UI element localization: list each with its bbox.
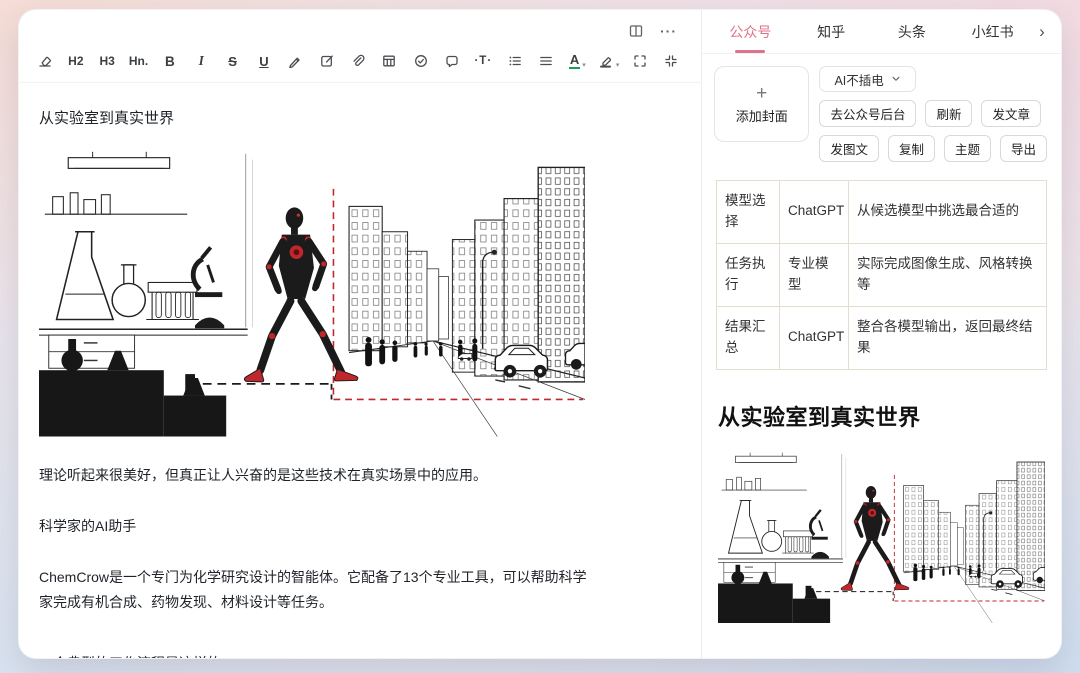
action-buttons: AI不插电 去公众号后台 刷新 发文章 发图文 复制 主题 导出 <box>819 66 1049 162</box>
attachment-icon[interactable] <box>344 48 371 74</box>
editor-toolbar: H2 H3 Hn. B I S U <box>19 44 701 83</box>
theme-button[interactable]: 主题 <box>944 135 991 162</box>
comment-icon[interactable] <box>438 48 465 74</box>
doc-paragraph: 科学家的AI助手 <box>39 514 591 539</box>
table-cell: 任务执行 <box>717 243 780 306</box>
preview-illustration <box>718 448 1045 623</box>
add-cover-button[interactable]: + 添加封面 <box>714 66 809 142</box>
spacing-icon[interactable]: ·T· <box>470 48 497 74</box>
lab-to-city-illustration <box>39 144 585 437</box>
chevron-down-icon <box>891 74 901 84</box>
task-check-icon[interactable] <box>407 48 434 74</box>
table-cell: 实际完成图像生成、风格转换等 <box>849 243 1047 306</box>
publish-actions: + 添加封面 AI不插电 去公众号后台 刷新 发文章 发图文 复 <box>702 54 1061 172</box>
action-row-1: 去公众号后台 刷新 发文章 <box>819 100 1049 127</box>
caret-down-icon: ▾ <box>616 61 620 69</box>
table-cell: 模型选择 <box>717 181 780 244</box>
table-row: 模型选择 ChatGPT 从候选模型中挑选最合适的 <box>717 181 1047 244</box>
table-cell: 专业模型 <box>780 243 849 306</box>
doc-illustration <box>39 144 585 437</box>
line-spacing-icon[interactable] <box>533 48 560 74</box>
copy-button[interactable]: 复制 <box>888 135 935 162</box>
table-row: 任务执行 专业模型 实际完成图像生成、风格转换等 <box>717 243 1047 306</box>
bullet-list-icon[interactable] <box>501 48 528 74</box>
platform-tabs: 公众号 知乎 头条 小红书 › <box>702 10 1061 54</box>
editor-top-bar: ··· <box>19 10 701 44</box>
doc-paragraph: ChemCrow是一个专门为化学研究设计的智能体。它配备了13个专业工具，可以帮… <box>39 565 591 615</box>
reading-view-icon[interactable] <box>628 23 644 39</box>
goto-backend-button[interactable]: 去公众号后台 <box>819 100 916 127</box>
publish-article-button[interactable]: 发文章 <box>981 100 1041 127</box>
heading2-button[interactable]: H2 <box>62 48 89 74</box>
desktop-background: ··· H2 H3 Hn. B I S U <box>0 0 1080 673</box>
table-cell: 结果汇总 <box>717 306 780 369</box>
doc-paragraph: 一个典型的工作流程是这样的： <box>39 651 591 658</box>
table-cell: ChatGPT <box>780 306 849 369</box>
heading3-button[interactable]: H3 <box>94 48 121 74</box>
italic-button[interactable]: I <box>188 48 215 74</box>
tab-xiaohongshu[interactable]: 小红书 <box>952 10 1033 53</box>
workflow-table: 模型选择 ChatGPT 从候选模型中挑选最合适的 任务执行 专业模型 实际完成… <box>716 180 1047 370</box>
action-row-2: 发图文 复制 主题 导出 <box>819 135 1049 162</box>
doc-heading: 从实验室到真实世界 <box>39 107 681 128</box>
strikethrough-button[interactable]: S <box>219 48 246 74</box>
workflow-table-wrap: 模型选择 ChatGPT 从候选模型中挑选最合适的 任务执行 专业模型 实际完成… <box>702 172 1061 370</box>
ai-model-select[interactable]: AI不插电 <box>819 66 915 92</box>
refresh-button[interactable]: 刷新 <box>925 100 972 127</box>
preview-pane: 公众号 知乎 头条 小红书 › + 添加封面 AI不插电 去公众号后台 <box>701 10 1061 658</box>
highlighter-button[interactable]: ▾ <box>595 48 622 74</box>
editor-pane: ··· H2 H3 Hn. B I S U <box>19 10 701 658</box>
tab-zhihu[interactable]: 知乎 <box>791 10 872 53</box>
table-cell: 从候选模型中挑选最合适的 <box>849 181 1047 244</box>
table-cell: ChatGPT <box>780 181 849 244</box>
bold-button[interactable]: B <box>156 48 183 74</box>
tab-gongzhonghao[interactable]: 公众号 <box>710 10 791 53</box>
plus-icon: + <box>756 84 767 103</box>
tabs-overflow-icon[interactable]: › <box>1033 10 1051 53</box>
export-button[interactable]: 导出 <box>1000 135 1047 162</box>
edit-note-icon[interactable] <box>313 48 340 74</box>
fullscreen-icon[interactable] <box>627 48 654 74</box>
more-options-icon[interactable]: ··· <box>660 23 677 39</box>
lab-to-city-illustration <box>718 448 1045 623</box>
publish-imagetext-button[interactable]: 发图文 <box>819 135 879 162</box>
doc-paragraph: 理论听起来很美好，但真正让人兴奋的是这些技术在真实场景中的应用。 <box>39 463 591 488</box>
underline-button[interactable]: U <box>250 48 277 74</box>
exit-fullscreen-icon[interactable] <box>658 48 685 74</box>
preview-heading: 从实验室到真实世界 <box>718 400 1045 432</box>
table-row: 结果汇总 ChatGPT 整合各模型输出，返回最终结果 <box>717 306 1047 369</box>
caret-down-icon: ▾ <box>582 61 586 69</box>
editor-content[interactable]: 从实验室到真实世界 理论听起来很美好，但真正让人兴奋的是这些技术在真实场景中的应… <box>19 83 701 658</box>
tab-toutiao[interactable]: 头条 <box>872 10 953 53</box>
heading-n-button[interactable]: Hn. <box>125 48 152 74</box>
table-cell: 整合各模型输出，返回最终结果 <box>849 306 1047 369</box>
table-icon[interactable] <box>376 48 403 74</box>
pen-icon[interactable] <box>282 48 309 74</box>
app-window: ··· H2 H3 Hn. B I S U <box>18 9 1062 659</box>
clear-format-icon[interactable] <box>31 48 58 74</box>
font-color-button[interactable]: A ▾ <box>564 48 591 74</box>
